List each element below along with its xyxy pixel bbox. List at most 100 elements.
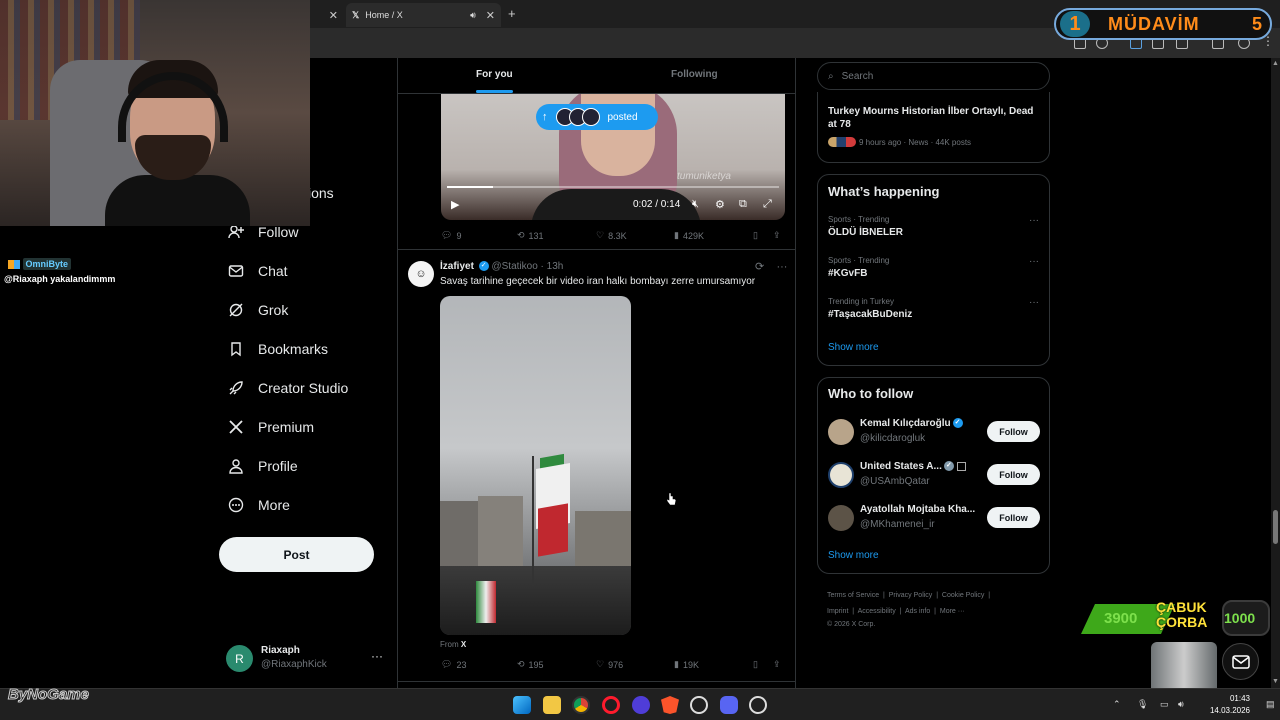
windows-start-icon[interactable]: [513, 696, 531, 714]
nav-item-grok[interactable]: Grok: [228, 299, 288, 321]
trend-item[interactable]: #TaşacakBuDeniz: [828, 309, 912, 320]
nav-item-premium[interactable]: Premium: [228, 416, 314, 438]
nav-item-notifications-partial[interactable]: ions: [308, 185, 334, 201]
footer-link-cookie[interactable]: Cookie Policy: [942, 592, 984, 599]
browser-tab-previous[interactable]: ✕: [310, 3, 344, 27]
file-explorer-icon[interactable]: [543, 696, 561, 714]
close-tab-icon[interactable]: ✕: [486, 9, 495, 22]
bookmark-icon[interactable]: ▯: [753, 230, 758, 241]
suggested-user-name[interactable]: Kemal Kılıçdaroğlu ✓: [860, 418, 963, 429]
author-name[interactable]: İzafiyet: [440, 261, 474, 272]
reply-button[interactable]: 💬︎ 9: [441, 230, 461, 241]
avatar[interactable]: [828, 419, 854, 445]
video-progress-bar[interactable]: [447, 186, 779, 188]
share-icon[interactable]: ⇪: [773, 659, 781, 670]
account-switcher[interactable]: R Riaxaph @RiaxaphKick ···: [226, 643, 386, 675]
tab-following[interactable]: Following: [671, 69, 718, 80]
repost-button[interactable]: ⟲ 131: [517, 230, 544, 241]
avatar[interactable]: ☺: [408, 261, 434, 287]
new-posts-pill[interactable]: ↑ posted: [536, 104, 658, 130]
chatgpt-icon[interactable]: [690, 696, 708, 714]
opera-icon[interactable]: [602, 696, 620, 714]
source-link[interactable]: X: [461, 640, 466, 649]
video-frame-flag: [538, 503, 568, 557]
fullscreen-icon[interactable]: ⤢: [763, 198, 772, 211]
share-icon[interactable]: ⇪: [773, 230, 781, 241]
news-card[interactable]: Turkey Mourns Historian İlber Ortaylı, D…: [817, 92, 1050, 163]
show-more-link[interactable]: Show more: [828, 550, 879, 561]
new-tab-button[interactable]: +: [508, 6, 516, 21]
trend-item[interactable]: ÖLDÜ İBNELER: [828, 227, 903, 238]
close-tab-icon[interactable]: ✕: [329, 9, 338, 22]
grok-icon[interactable]: ⟳: [755, 261, 764, 273]
rocket-icon: [229, 381, 243, 395]
scroll-down-arrow-icon[interactable]: ▼: [1272, 678, 1279, 685]
more-dots-icon[interactable]: ···: [1029, 256, 1039, 267]
footer-link-ads-info[interactable]: Ads info: [905, 608, 930, 615]
nav-item-chat[interactable]: Chat: [228, 260, 288, 282]
microphone-icon[interactable]: 🎙︎: [1137, 699, 1148, 710]
reply-button[interactable]: 💬︎ 23: [441, 659, 466, 670]
network-icon[interactable]: ▭: [1160, 699, 1169, 710]
like-button[interactable]: ♡ 976: [596, 659, 623, 670]
tweet-time[interactable]: 13h: [547, 261, 564, 272]
more-dots-icon[interactable]: ···: [371, 649, 383, 663]
speaker-icon[interactable]: 🔊︎: [470, 10, 476, 21]
app-icon[interactable]: [632, 696, 650, 714]
messages-drawer-button[interactable]: [1222, 643, 1259, 680]
footer-link-more[interactable]: More ···: [940, 608, 965, 615]
play-icon[interactable]: ▶: [451, 198, 459, 211]
discord-icon[interactable]: [720, 696, 738, 714]
tweet-video-player[interactable]: [440, 296, 631, 635]
tray-chevron-icon[interactable]: ⌃: [1113, 699, 1121, 710]
follow-button[interactable]: Follow: [987, 421, 1040, 442]
chrome-icon[interactable]: [572, 696, 590, 714]
follow-button[interactable]: Follow: [987, 464, 1040, 485]
who-to-follow-card: Who to follow Kemal Kılıçdaroğlu ✓ @kilic…: [817, 377, 1050, 574]
like-button[interactable]: ♡ 8.3K: [596, 230, 627, 241]
author-handle[interactable]: @Statikoo: [491, 261, 537, 272]
system-clock[interactable]: 01:43 14.03.2026: [1210, 693, 1250, 717]
nav-item-more[interactable]: More: [228, 494, 290, 516]
avatar[interactable]: [828, 462, 854, 488]
search-input[interactable]: ⌕ Search: [817, 62, 1050, 90]
more-dots-icon[interactable]: ···: [776, 261, 787, 273]
trend-item[interactable]: #KGvFB: [828, 268, 867, 279]
whats-happening-card: What’s happening Sports · Trending ÖLDÜ …: [817, 174, 1050, 366]
footer-link-accessibility[interactable]: Accessibility: [858, 608, 896, 615]
bookmark-icon[interactable]: ▯: [753, 659, 758, 670]
nav-item-creator-studio[interactable]: Creator Studio: [228, 377, 348, 399]
views-button[interactable]: ▮ 19K: [674, 659, 699, 670]
steam-icon[interactable]: [749, 696, 767, 714]
brave-icon[interactable]: [661, 696, 679, 714]
nav-item-bookmarks[interactable]: Bookmarks: [228, 338, 328, 360]
footer-link-imprint[interactable]: Imprint: [827, 608, 848, 615]
page-scrollbar[interactable]: ▲ ▼: [1271, 58, 1280, 688]
footer-link-terms[interactable]: Terms of Service: [827, 592, 879, 599]
browser-tab-home-x[interactable]: 𝕏 Home / X 🔊︎ ✕: [346, 3, 501, 27]
more-dots-icon[interactable]: ···: [1029, 297, 1039, 308]
scroll-up-arrow-icon[interactable]: ▲: [1272, 60, 1279, 67]
notifications-icon[interactable]: ▤: [1266, 699, 1275, 710]
dot-separator: ·: [540, 261, 544, 272]
footer-link-privacy[interactable]: Privacy Policy: [889, 592, 933, 599]
suggested-user-name[interactable]: Ayatollah Mojtaba Kha...: [860, 504, 975, 515]
mail-icon: [228, 265, 244, 277]
volume-icon[interactable]: 🔊︎: [1178, 699, 1184, 710]
avatar[interactable]: [828, 505, 854, 531]
settings-gear-icon[interactable]: ⚙: [715, 198, 725, 211]
repost-button[interactable]: ⟲ 195: [517, 659, 544, 670]
follow-button[interactable]: Follow: [987, 507, 1040, 528]
tab-for-you[interactable]: For you: [476, 69, 513, 80]
scrollbar-thumb[interactable]: [1273, 510, 1278, 544]
views-button[interactable]: ▮ 429K: [674, 230, 704, 241]
suggested-user-name[interactable]: United States A... ✓: [860, 461, 966, 472]
pip-icon[interactable]: ⧉: [739, 198, 747, 211]
nav-item-profile[interactable]: Profile: [228, 455, 298, 477]
chart-icon: ▮: [674, 230, 679, 240]
bynogame-logo: ByNoGame: [8, 686, 90, 704]
post-button[interactable]: Post: [219, 537, 374, 572]
mute-icon[interactable]: 🔇︎: [692, 198, 699, 211]
more-dots-icon[interactable]: ···: [1029, 215, 1039, 226]
show-more-link[interactable]: Show more: [828, 342, 879, 353]
